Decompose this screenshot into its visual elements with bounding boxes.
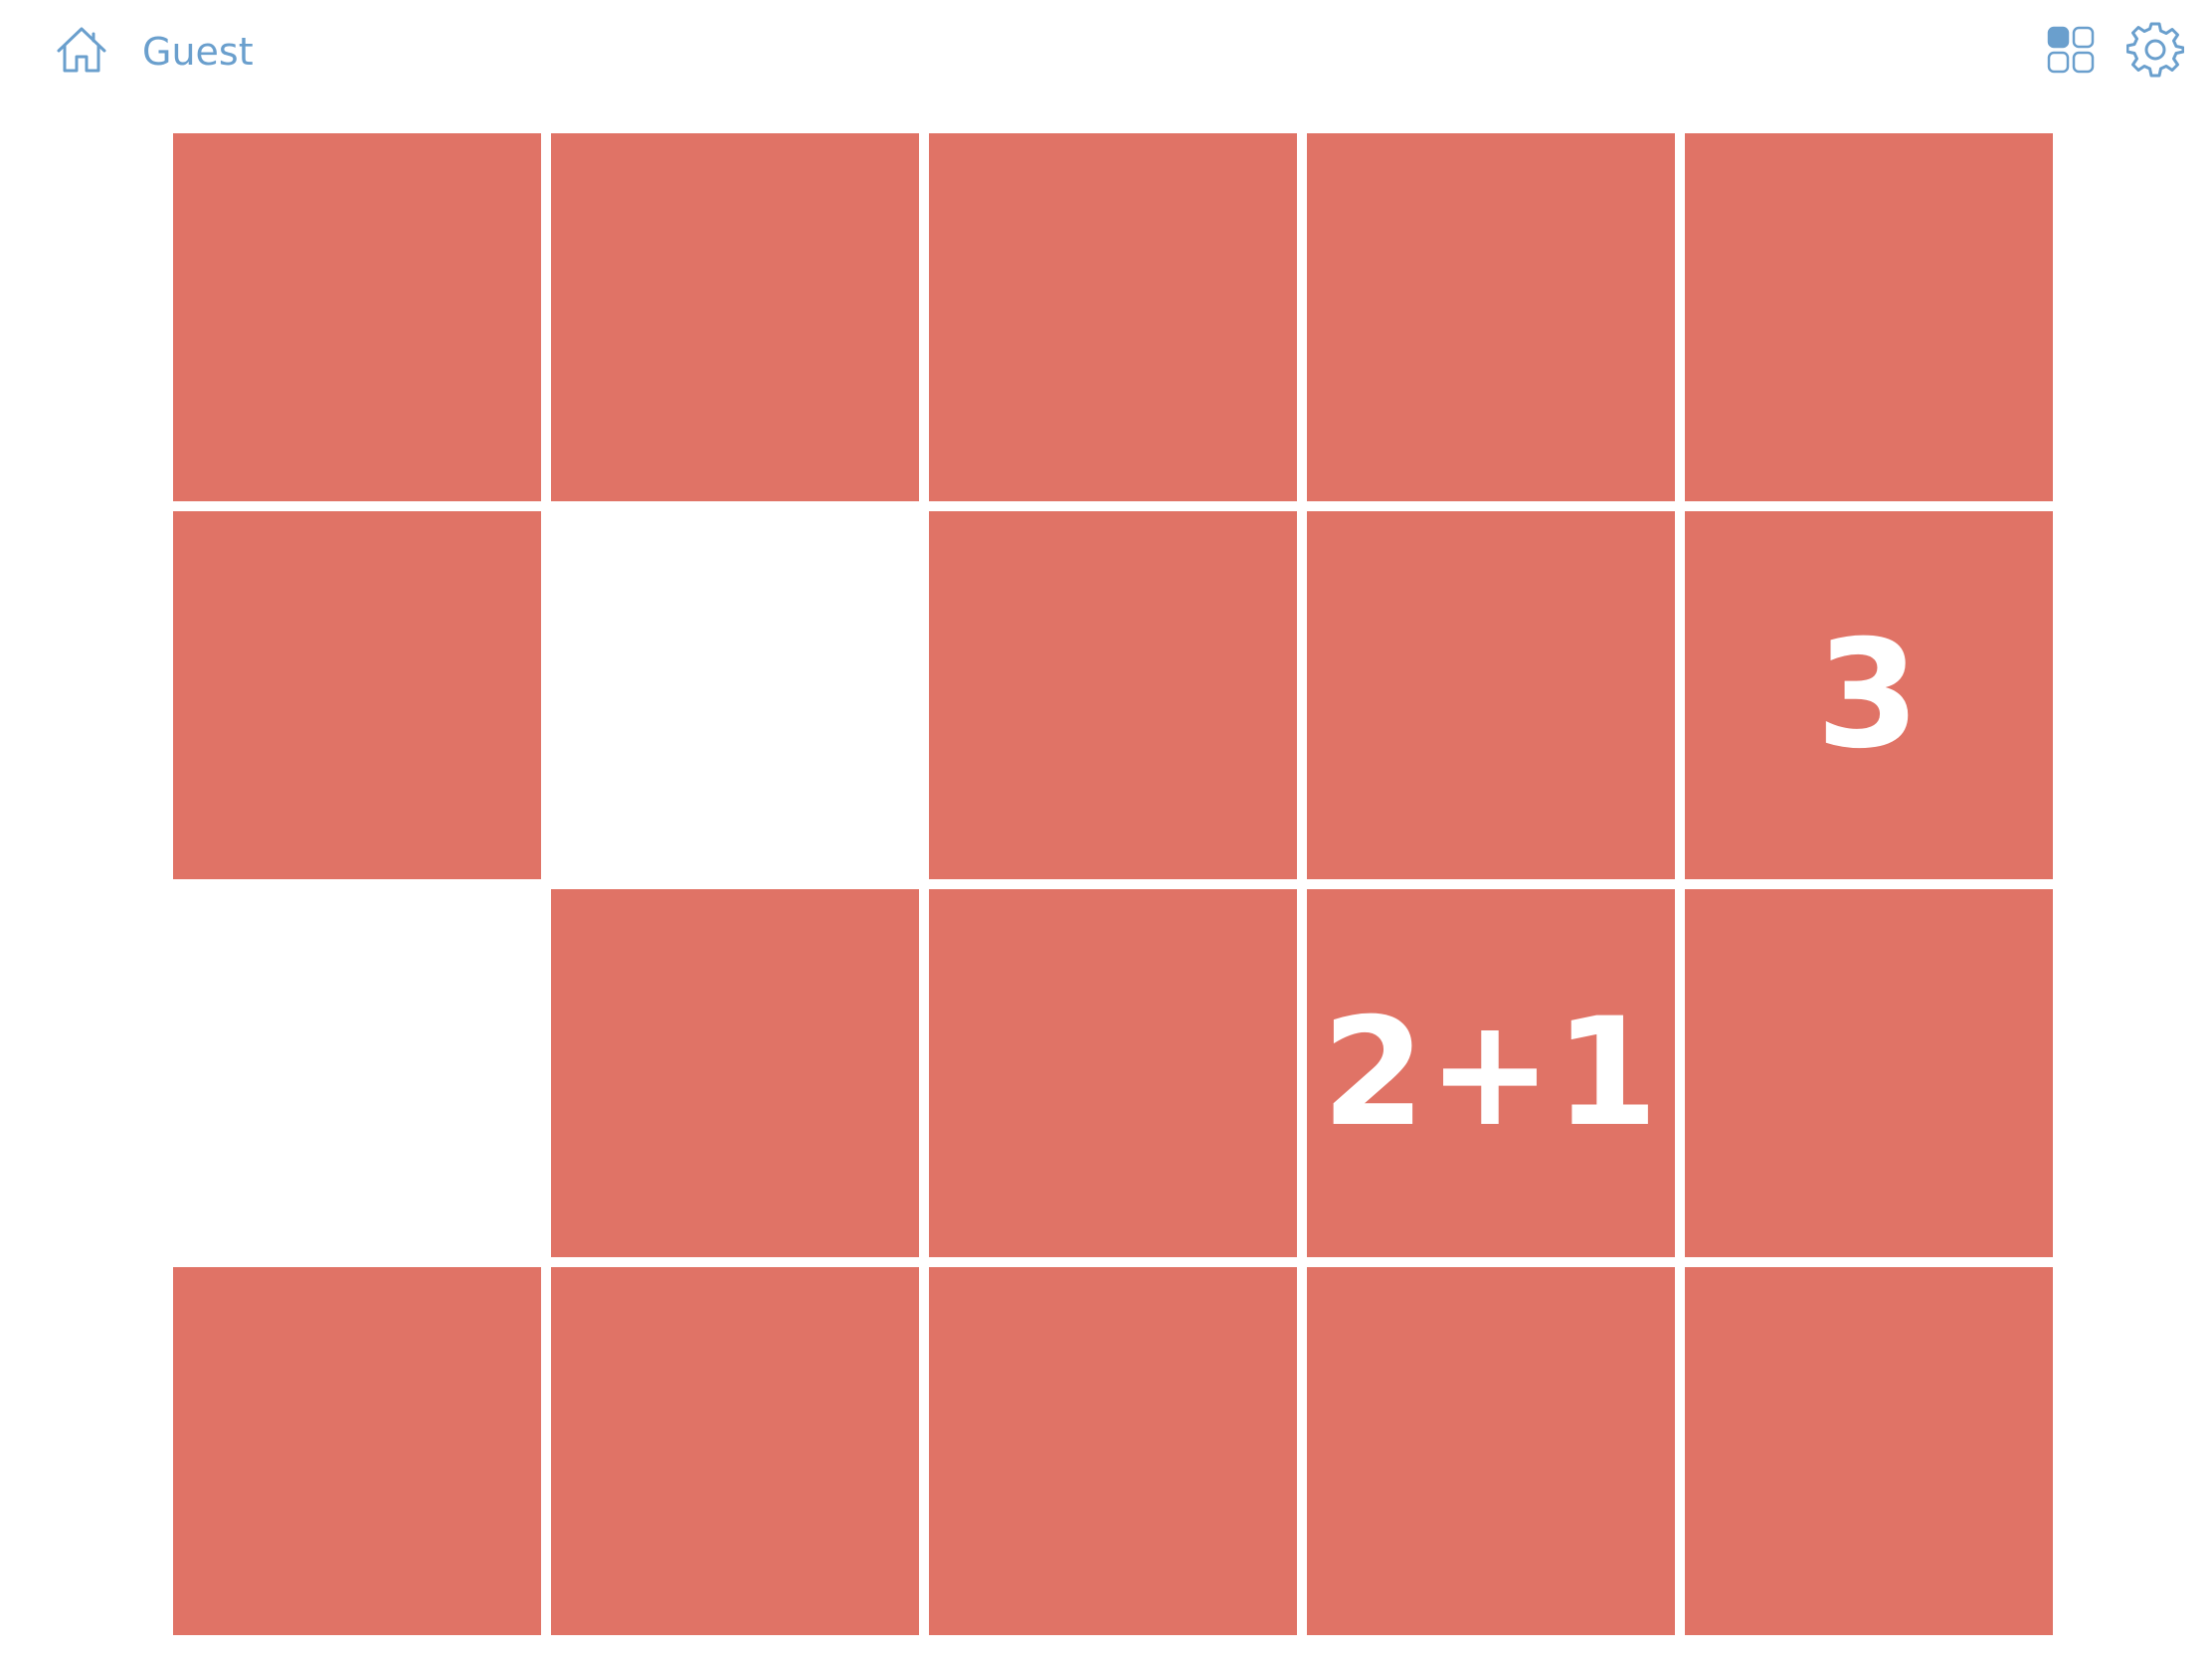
board-tile[interactable] [551,511,919,879]
board-tile[interactable] [551,889,919,1257]
board-tile[interactable] [1685,889,2053,1257]
settings-button[interactable] [2122,18,2188,84]
tile-label: 3 [1815,609,1923,782]
board-tile[interactable] [929,511,1297,879]
home-icon [55,25,108,79]
board-tile[interactable] [929,889,1297,1257]
board-tile[interactable] [173,889,541,1257]
levels-button[interactable] [2041,22,2101,82]
grid-icon [2047,26,2095,78]
board-tile[interactable] [173,511,541,879]
board-tile[interactable] [173,1267,541,1635]
board-tile[interactable] [1307,133,1675,501]
board-tile[interactable] [1307,511,1675,879]
board-tile[interactable]: 3 [1685,511,2053,879]
board-tile[interactable] [1685,133,2053,501]
top-bar: Guest [0,0,2212,109]
home-button[interactable] [52,22,111,82]
tile-label: 2+1 [1321,987,1661,1160]
board-tile[interactable] [1685,1267,2053,1635]
board-tile[interactable] [929,1267,1297,1635]
board-tile[interactable] [1307,1267,1675,1635]
board-tile[interactable] [551,1267,919,1635]
game-board: 3 2+1 [173,133,2059,1645]
board-tile[interactable] [929,133,1297,501]
user-name-label[interactable]: Guest [142,24,254,80]
board-tile[interactable]: 2+1 [1307,889,1675,1257]
board-tile[interactable] [173,133,541,501]
board-tile[interactable] [551,133,919,501]
gear-icon [2125,20,2185,82]
